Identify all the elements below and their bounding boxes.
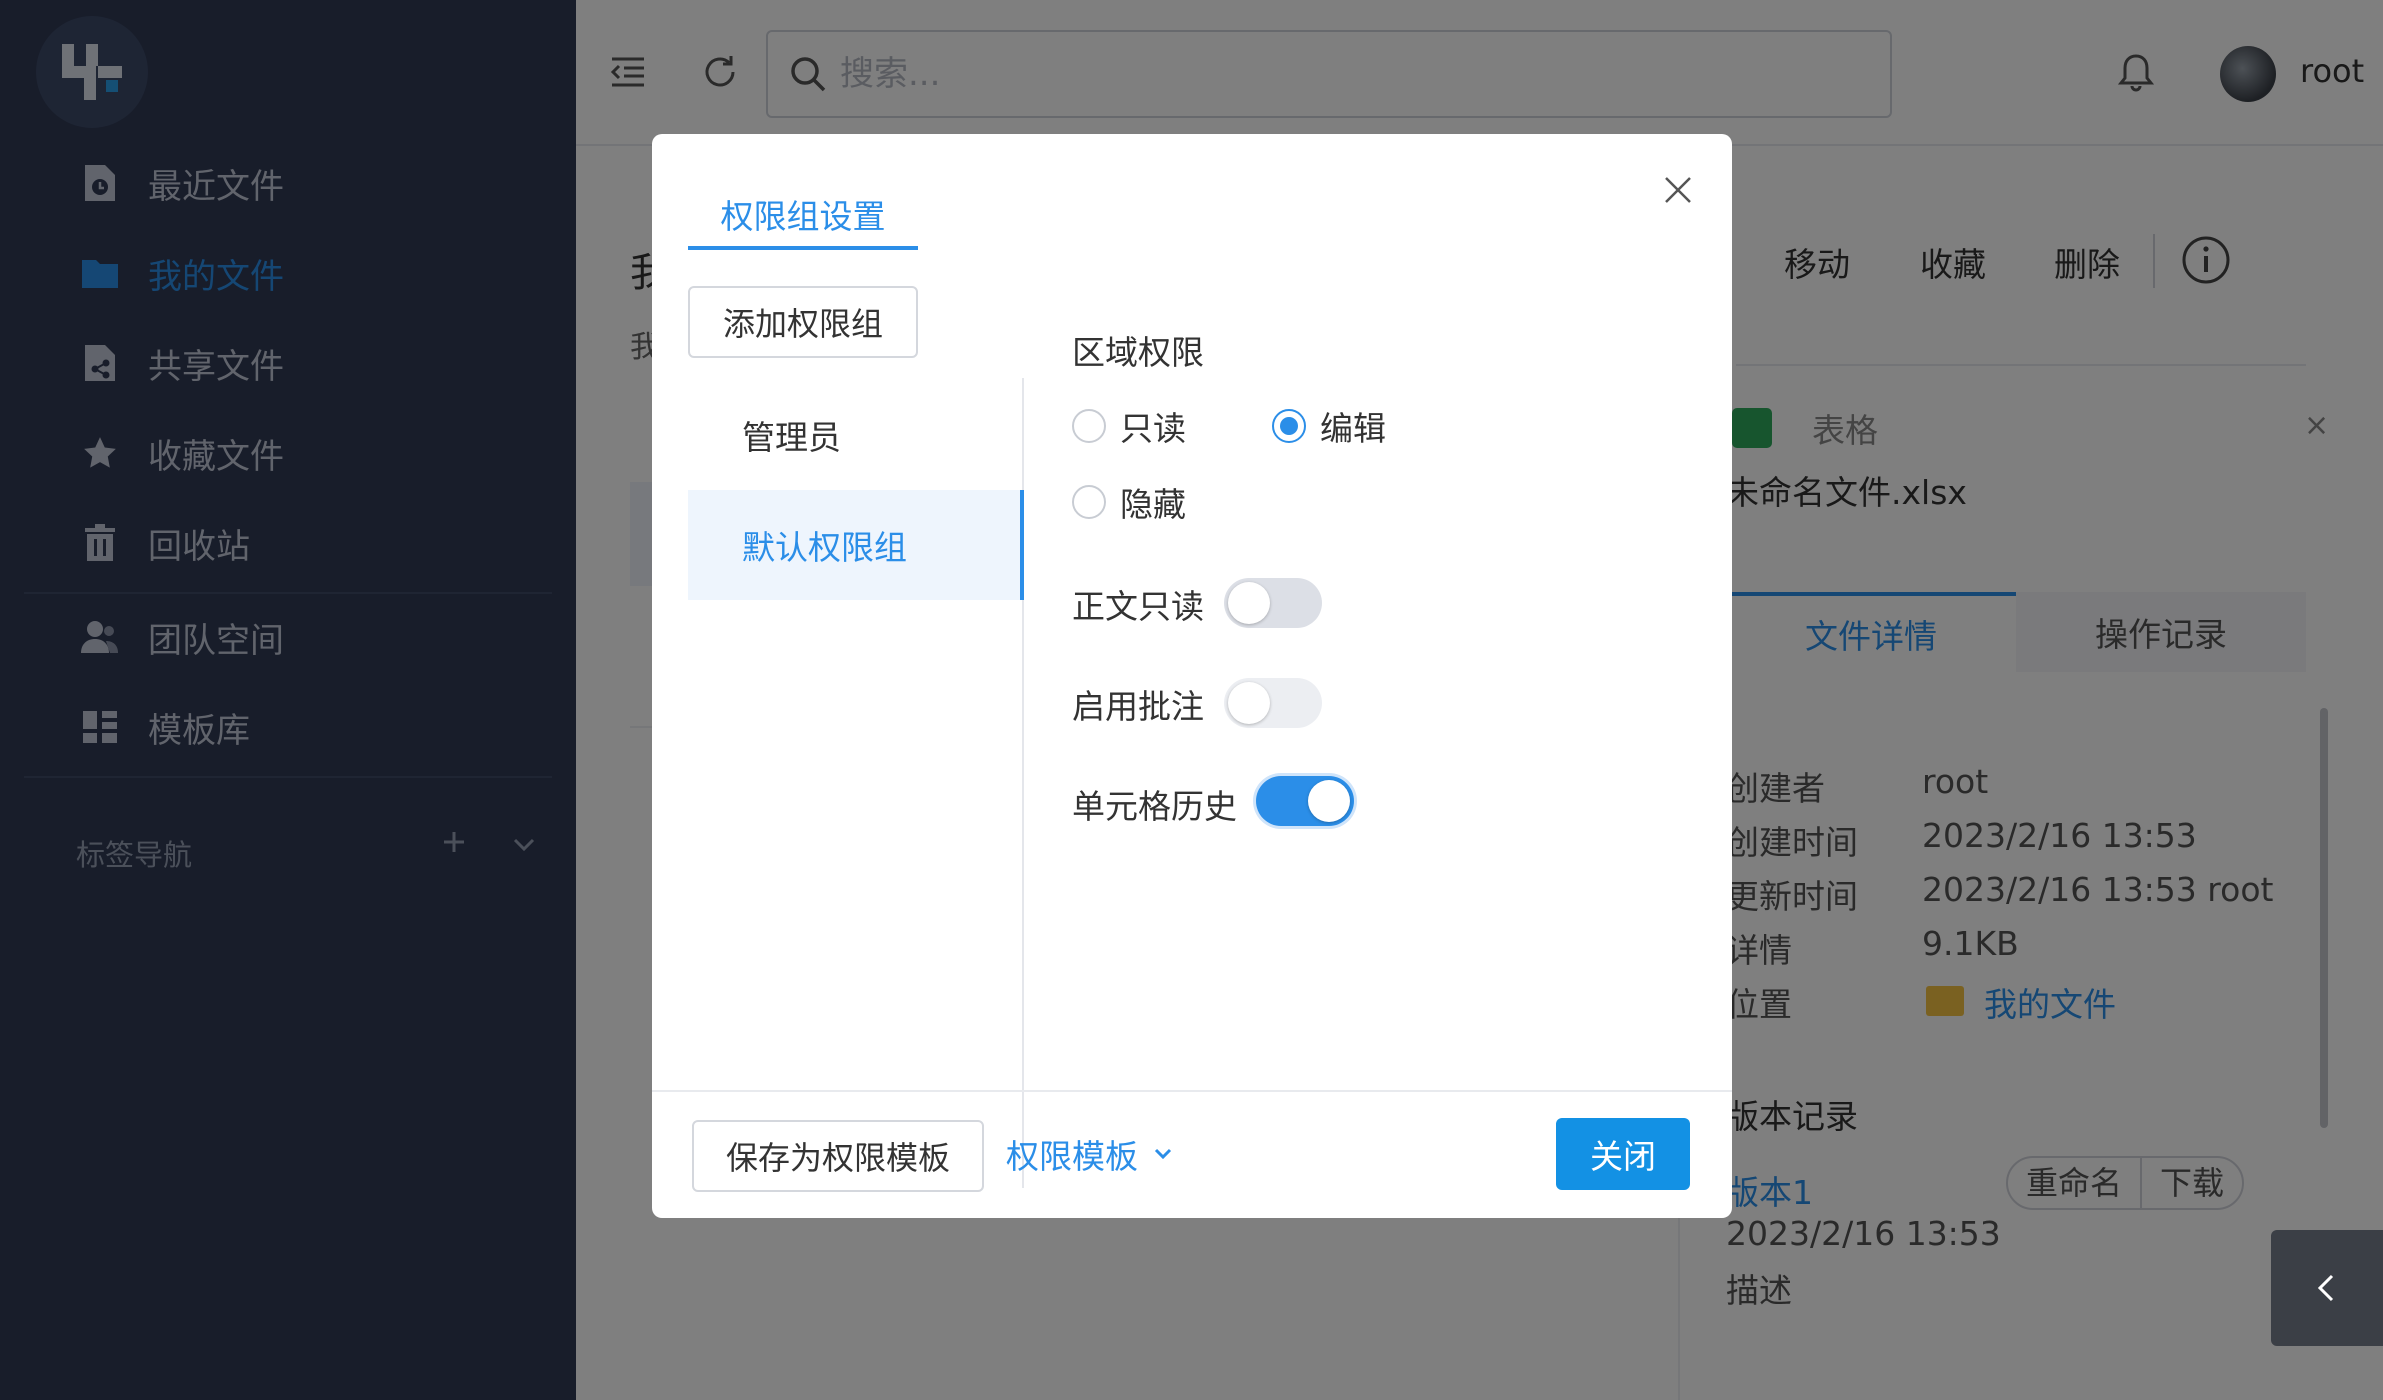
radio-dot[interactable]: [1072, 409, 1106, 443]
template-link-label: 权限模板: [1006, 1137, 1138, 1176]
chevron-down-icon: [1150, 1141, 1176, 1167]
switch-knob: [1308, 780, 1350, 822]
radio-label: 只读: [1120, 409, 1186, 448]
tab-underline: [688, 246, 918, 250]
add-group-button[interactable]: 添加权限组: [688, 286, 918, 358]
group-item-admin[interactable]: 管理员: [688, 380, 1022, 490]
radio-label: 编辑: [1320, 409, 1386, 448]
radio-hidden[interactable]: 隐藏: [1072, 478, 1186, 526]
switch-label: 启用批注: [1072, 687, 1204, 726]
permission-group-dialog: 权限组设置 添加权限组 管理员 默认权限组 区域权限 只读 编辑 隐藏 正文只读…: [652, 134, 1732, 1218]
selected-indicator: [1020, 490, 1024, 600]
group-item-default[interactable]: 默认权限组: [688, 490, 1022, 600]
radio-dot[interactable]: [1272, 409, 1306, 443]
close-button[interactable]: 关闭: [1556, 1118, 1690, 1190]
tab-permission-group-settings[interactable]: 权限组设置: [688, 190, 918, 252]
radio-label: 隐藏: [1120, 485, 1186, 524]
switch-label: 单元格历史: [1072, 787, 1237, 826]
save-as-template-button[interactable]: 保存为权限模板: [692, 1120, 984, 1192]
permission-template-dropdown[interactable]: 权限模板: [1006, 1130, 1176, 1178]
chevron-left-icon: [2312, 1270, 2342, 1306]
body-readonly-switch[interactable]: [1224, 578, 1322, 628]
radio-edit[interactable]: 编辑: [1272, 402, 1386, 450]
collapse-panel-button[interactable]: [2271, 1230, 2383, 1346]
enable-comments-switch[interactable]: [1224, 678, 1322, 728]
footer-divider: [652, 1090, 1732, 1092]
region-permission-title: 区域权限: [1072, 333, 1204, 372]
close-icon[interactable]: [1656, 168, 1700, 212]
switch-knob: [1228, 582, 1270, 624]
radio-readonly[interactable]: 只读: [1072, 402, 1186, 450]
radio-dot[interactable]: [1072, 485, 1106, 519]
cell-history-switch[interactable]: [1256, 776, 1354, 826]
switch-label: 正文只读: [1072, 587, 1204, 626]
switch-knob: [1228, 682, 1270, 724]
